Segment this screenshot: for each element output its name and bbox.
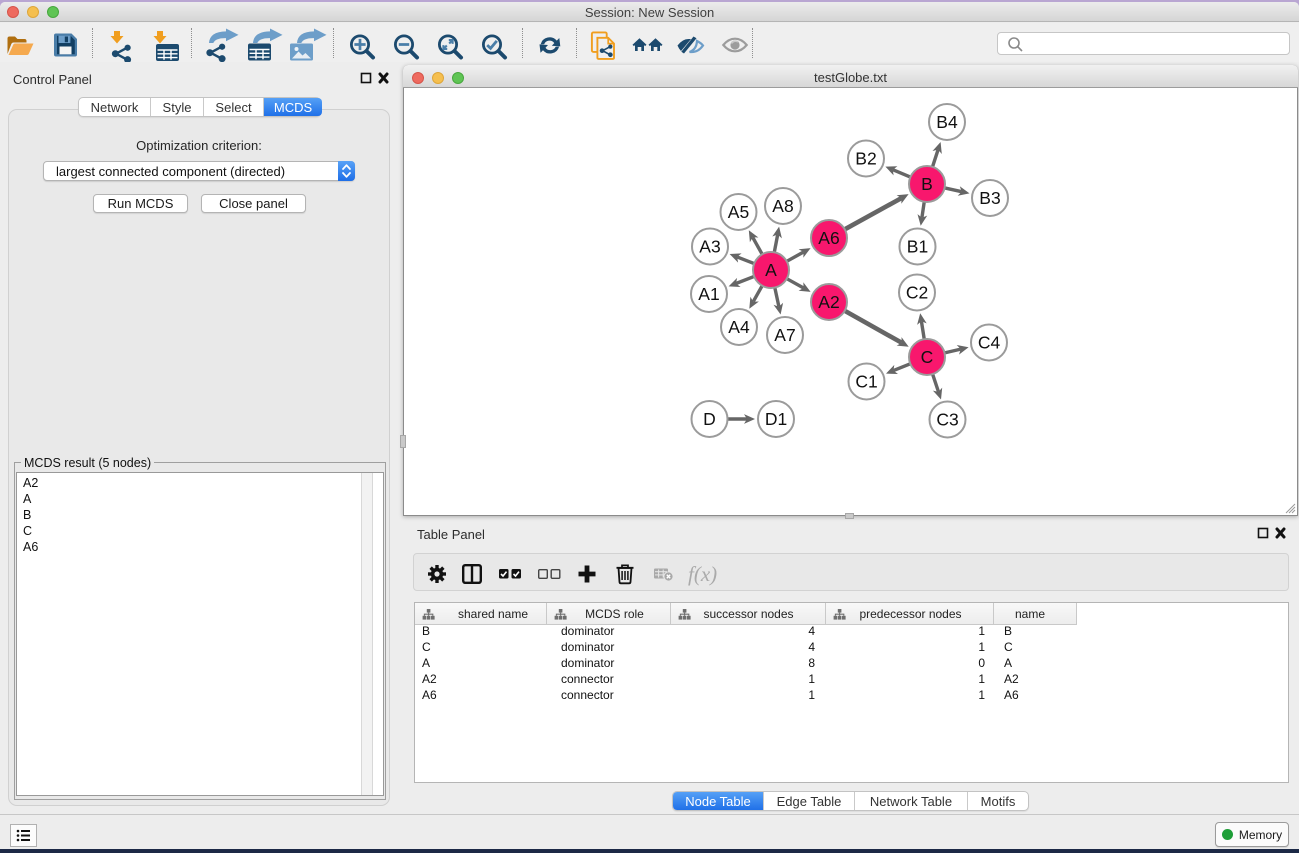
svg-text:B: B: [921, 174, 933, 194]
svg-text:A4: A4: [728, 317, 750, 337]
svg-text:C1: C1: [855, 372, 877, 392]
svg-text:A3: A3: [699, 237, 720, 257]
svg-text:A5: A5: [728, 202, 749, 222]
svg-text:A2: A2: [818, 292, 839, 312]
svg-text:A8: A8: [772, 196, 793, 216]
svg-text:B1: B1: [907, 237, 928, 257]
svg-text:f(x): f(x): [688, 562, 717, 586]
svg-text:C4: C4: [978, 333, 1001, 353]
svg-text:B2: B2: [855, 149, 876, 169]
svg-text:A6: A6: [818, 228, 839, 248]
svg-text:D: D: [703, 409, 716, 429]
svg-text:C2: C2: [906, 283, 928, 303]
svg-text:A: A: [765, 260, 777, 280]
svg-text:D1: D1: [765, 409, 787, 429]
svg-text:A1: A1: [698, 284, 719, 304]
svg-text:B4: B4: [936, 112, 958, 132]
svg-text:C3: C3: [936, 410, 958, 430]
svg-text:A7: A7: [774, 325, 795, 345]
svg-text:B3: B3: [979, 188, 1000, 208]
svg-text:C: C: [921, 347, 934, 367]
